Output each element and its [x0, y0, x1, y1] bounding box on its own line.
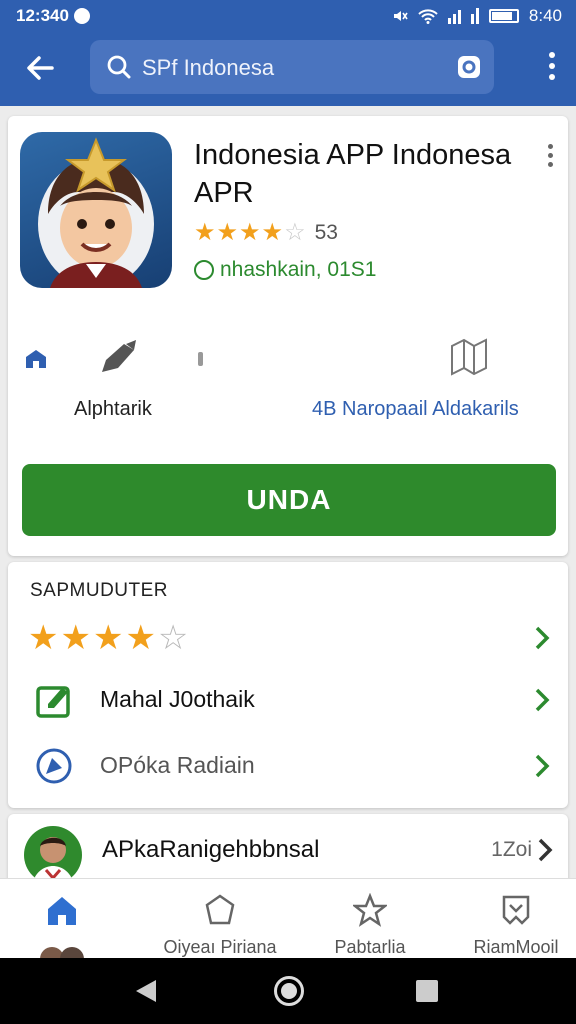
- book-icon: [451, 338, 487, 376]
- star-outline-icon: [351, 892, 389, 927]
- battery-icon: [488, 9, 519, 23]
- home-icon: [48, 897, 76, 925]
- nav-label: Pabtarlia: [334, 937, 406, 957]
- section-title: SAPMUDUTER: [30, 580, 169, 601]
- divider-dot: [198, 352, 203, 366]
- wifi-icon: [418, 9, 438, 24]
- status-icons: 8:40: [392, 6, 562, 26]
- chevron-right-icon: [538, 838, 553, 862]
- detail-row-label: Mahal J0othaik: [100, 686, 255, 712]
- feature-label-right[interactable]: 4B Naropaail Aldakarils: [312, 398, 519, 421]
- detail-row[interactable]: OPóka Radiain: [8, 736, 568, 796]
- developer-row[interactable]: nhashkain, 01S1: [194, 258, 376, 282]
- lens-icon[interactable]: [456, 54, 482, 80]
- system-home-icon[interactable]: [274, 976, 304, 1006]
- app-more-icon[interactable]: [546, 144, 554, 170]
- app-title: Indonesia APP Indonesa APR: [194, 139, 512, 209]
- pentagon-icon: [205, 894, 235, 925]
- bottom-nav: Oiyeaı Piriana Pabtarlia RiamMooil: [0, 878, 576, 965]
- detail-row-label: OPóka Radiain: [100, 752, 255, 778]
- rating-count: 53: [314, 220, 338, 244]
- system-recents-icon[interactable]: [416, 980, 438, 1002]
- signal-icon-2: [470, 8, 479, 24]
- search-icon: [107, 55, 131, 79]
- rate-stars-icon[interactable]: ★★★★☆: [28, 618, 190, 658]
- back-arrow-icon[interactable]: [22, 50, 58, 86]
- system-nav: [0, 958, 576, 1024]
- developer-icon: [194, 260, 214, 280]
- feature-label-left: Alphtarik: [74, 398, 152, 420]
- install-button[interactable]: UNDA: [22, 464, 556, 536]
- details-card: SAPMUDUTER ★★★★☆ Mahal J0othaik OPóka Ra…: [8, 562, 568, 808]
- app-rating: ★★★★☆ 53: [194, 218, 338, 247]
- app-bar: 12:340 8:40 SPf Indonesa: [0, 0, 576, 106]
- mute-icon: [393, 11, 408, 21]
- home-icon: [26, 350, 46, 368]
- nav-label: Oiyeaı Piriana: [163, 937, 277, 957]
- app-header-card: Indonesia APP Indonesa APR ★★★★☆ 53 nhas…: [8, 116, 568, 556]
- compass-icon: [36, 748, 72, 784]
- edit-square-icon: [36, 686, 70, 718]
- avatar: [24, 826, 82, 884]
- search-input[interactable]: SPf Indonesa: [142, 55, 274, 81]
- nav-item-2[interactable]: Oiyeaı Piriana: [150, 879, 290, 959]
- app-icon: [20, 132, 172, 288]
- search-bar[interactable]: SPf Indonesa: [90, 40, 494, 94]
- system-back-icon[interactable]: [134, 978, 158, 1004]
- nav-item-4[interactable]: RiamMooil: [466, 879, 566, 959]
- rate-row[interactable]: ★★★★☆: [8, 608, 568, 668]
- status-bar: 12:340 8:40: [0, 0, 576, 34]
- status-time: 12:340: [16, 6, 69, 25]
- signal-icon: [447, 8, 461, 24]
- pen-icon: [102, 340, 136, 372]
- developer-name[interactable]: nhashkain, 01S1: [220, 258, 376, 282]
- chevron-right-icon: [535, 754, 550, 778]
- more-vert-icon[interactable]: [546, 52, 558, 82]
- rating-stars-icon: ★★★★☆: [194, 219, 307, 246]
- notification-icon: [74, 8, 90, 24]
- detail-row[interactable]: Mahal J0othaik: [8, 670, 568, 730]
- ribbon-icon: [502, 895, 530, 925]
- reviewer-name: APkaRanigehbbnsal: [102, 836, 320, 863]
- nav-item-3[interactable]: Pabtarlia: [320, 879, 420, 959]
- chevron-right-icon: [535, 626, 550, 650]
- review-date: 1Zoi: [491, 838, 532, 861]
- status-clock: 8:40: [528, 6, 562, 25]
- chevron-right-icon: [535, 688, 550, 712]
- nav-label: RiamMooil: [473, 937, 559, 957]
